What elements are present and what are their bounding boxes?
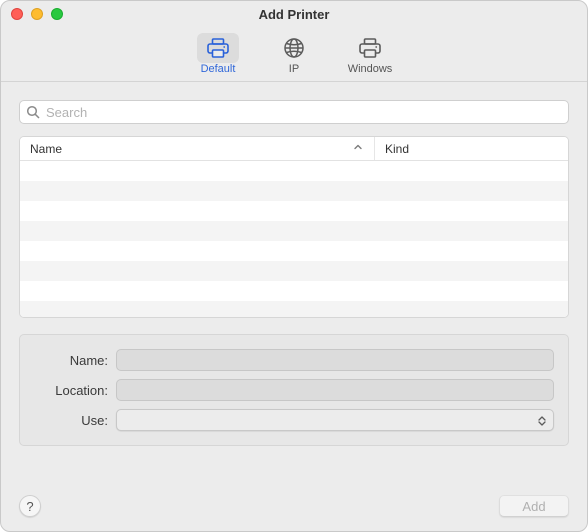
printer-icon — [206, 37, 230, 59]
printer-detail-form: Name: Location: Use: — [19, 334, 569, 446]
printer-table: Name Kind — [19, 136, 569, 318]
name-field[interactable] — [116, 349, 554, 371]
help-button[interactable]: ? — [19, 495, 41, 517]
add-button[interactable]: Add — [499, 495, 569, 517]
tab-ip[interactable]: IP — [265, 31, 323, 75]
sort-ascending-icon — [354, 143, 362, 154]
column-header-kind[interactable]: Kind — [375, 137, 568, 160]
toolbar: Default IP — [1, 27, 587, 82]
footer: ? Add — [1, 485, 587, 531]
tab-windows[interactable]: Windows — [341, 31, 399, 75]
zoom-window-button[interactable] — [51, 8, 63, 20]
use-select[interactable] — [116, 409, 554, 431]
stepper-icon — [535, 413, 549, 429]
column-header-name[interactable]: Name — [20, 137, 375, 160]
globe-icon — [283, 37, 305, 59]
add-button-label: Add — [522, 499, 545, 514]
table-header: Name Kind — [20, 137, 568, 161]
minimize-window-button[interactable] — [31, 8, 43, 20]
window-controls — [11, 8, 63, 20]
tab-windows-label: Windows — [348, 63, 393, 75]
column-kind-label: Kind — [385, 142, 409, 156]
content-area: Name Kind — [1, 82, 587, 485]
titlebar: Add Printer — [1, 1, 587, 27]
use-label: Use: — [34, 413, 108, 428]
window-title: Add Printer — [1, 7, 587, 22]
search-input[interactable] — [19, 100, 569, 124]
location-label: Location: — [34, 383, 108, 398]
column-name-label: Name — [30, 142, 62, 156]
search-field-wrap — [19, 100, 569, 124]
table-body[interactable] — [20, 161, 568, 317]
tab-ip-label: IP — [289, 63, 299, 75]
name-label: Name: — [34, 353, 108, 368]
help-icon: ? — [26, 499, 33, 514]
close-window-button[interactable] — [11, 8, 23, 20]
search-icon — [26, 105, 40, 122]
location-field[interactable] — [116, 379, 554, 401]
printer-windows-icon — [358, 37, 382, 59]
add-printer-window: Add Printer Default — [0, 0, 588, 532]
tab-default[interactable]: Default — [189, 31, 247, 75]
tab-default-label: Default — [201, 63, 236, 75]
